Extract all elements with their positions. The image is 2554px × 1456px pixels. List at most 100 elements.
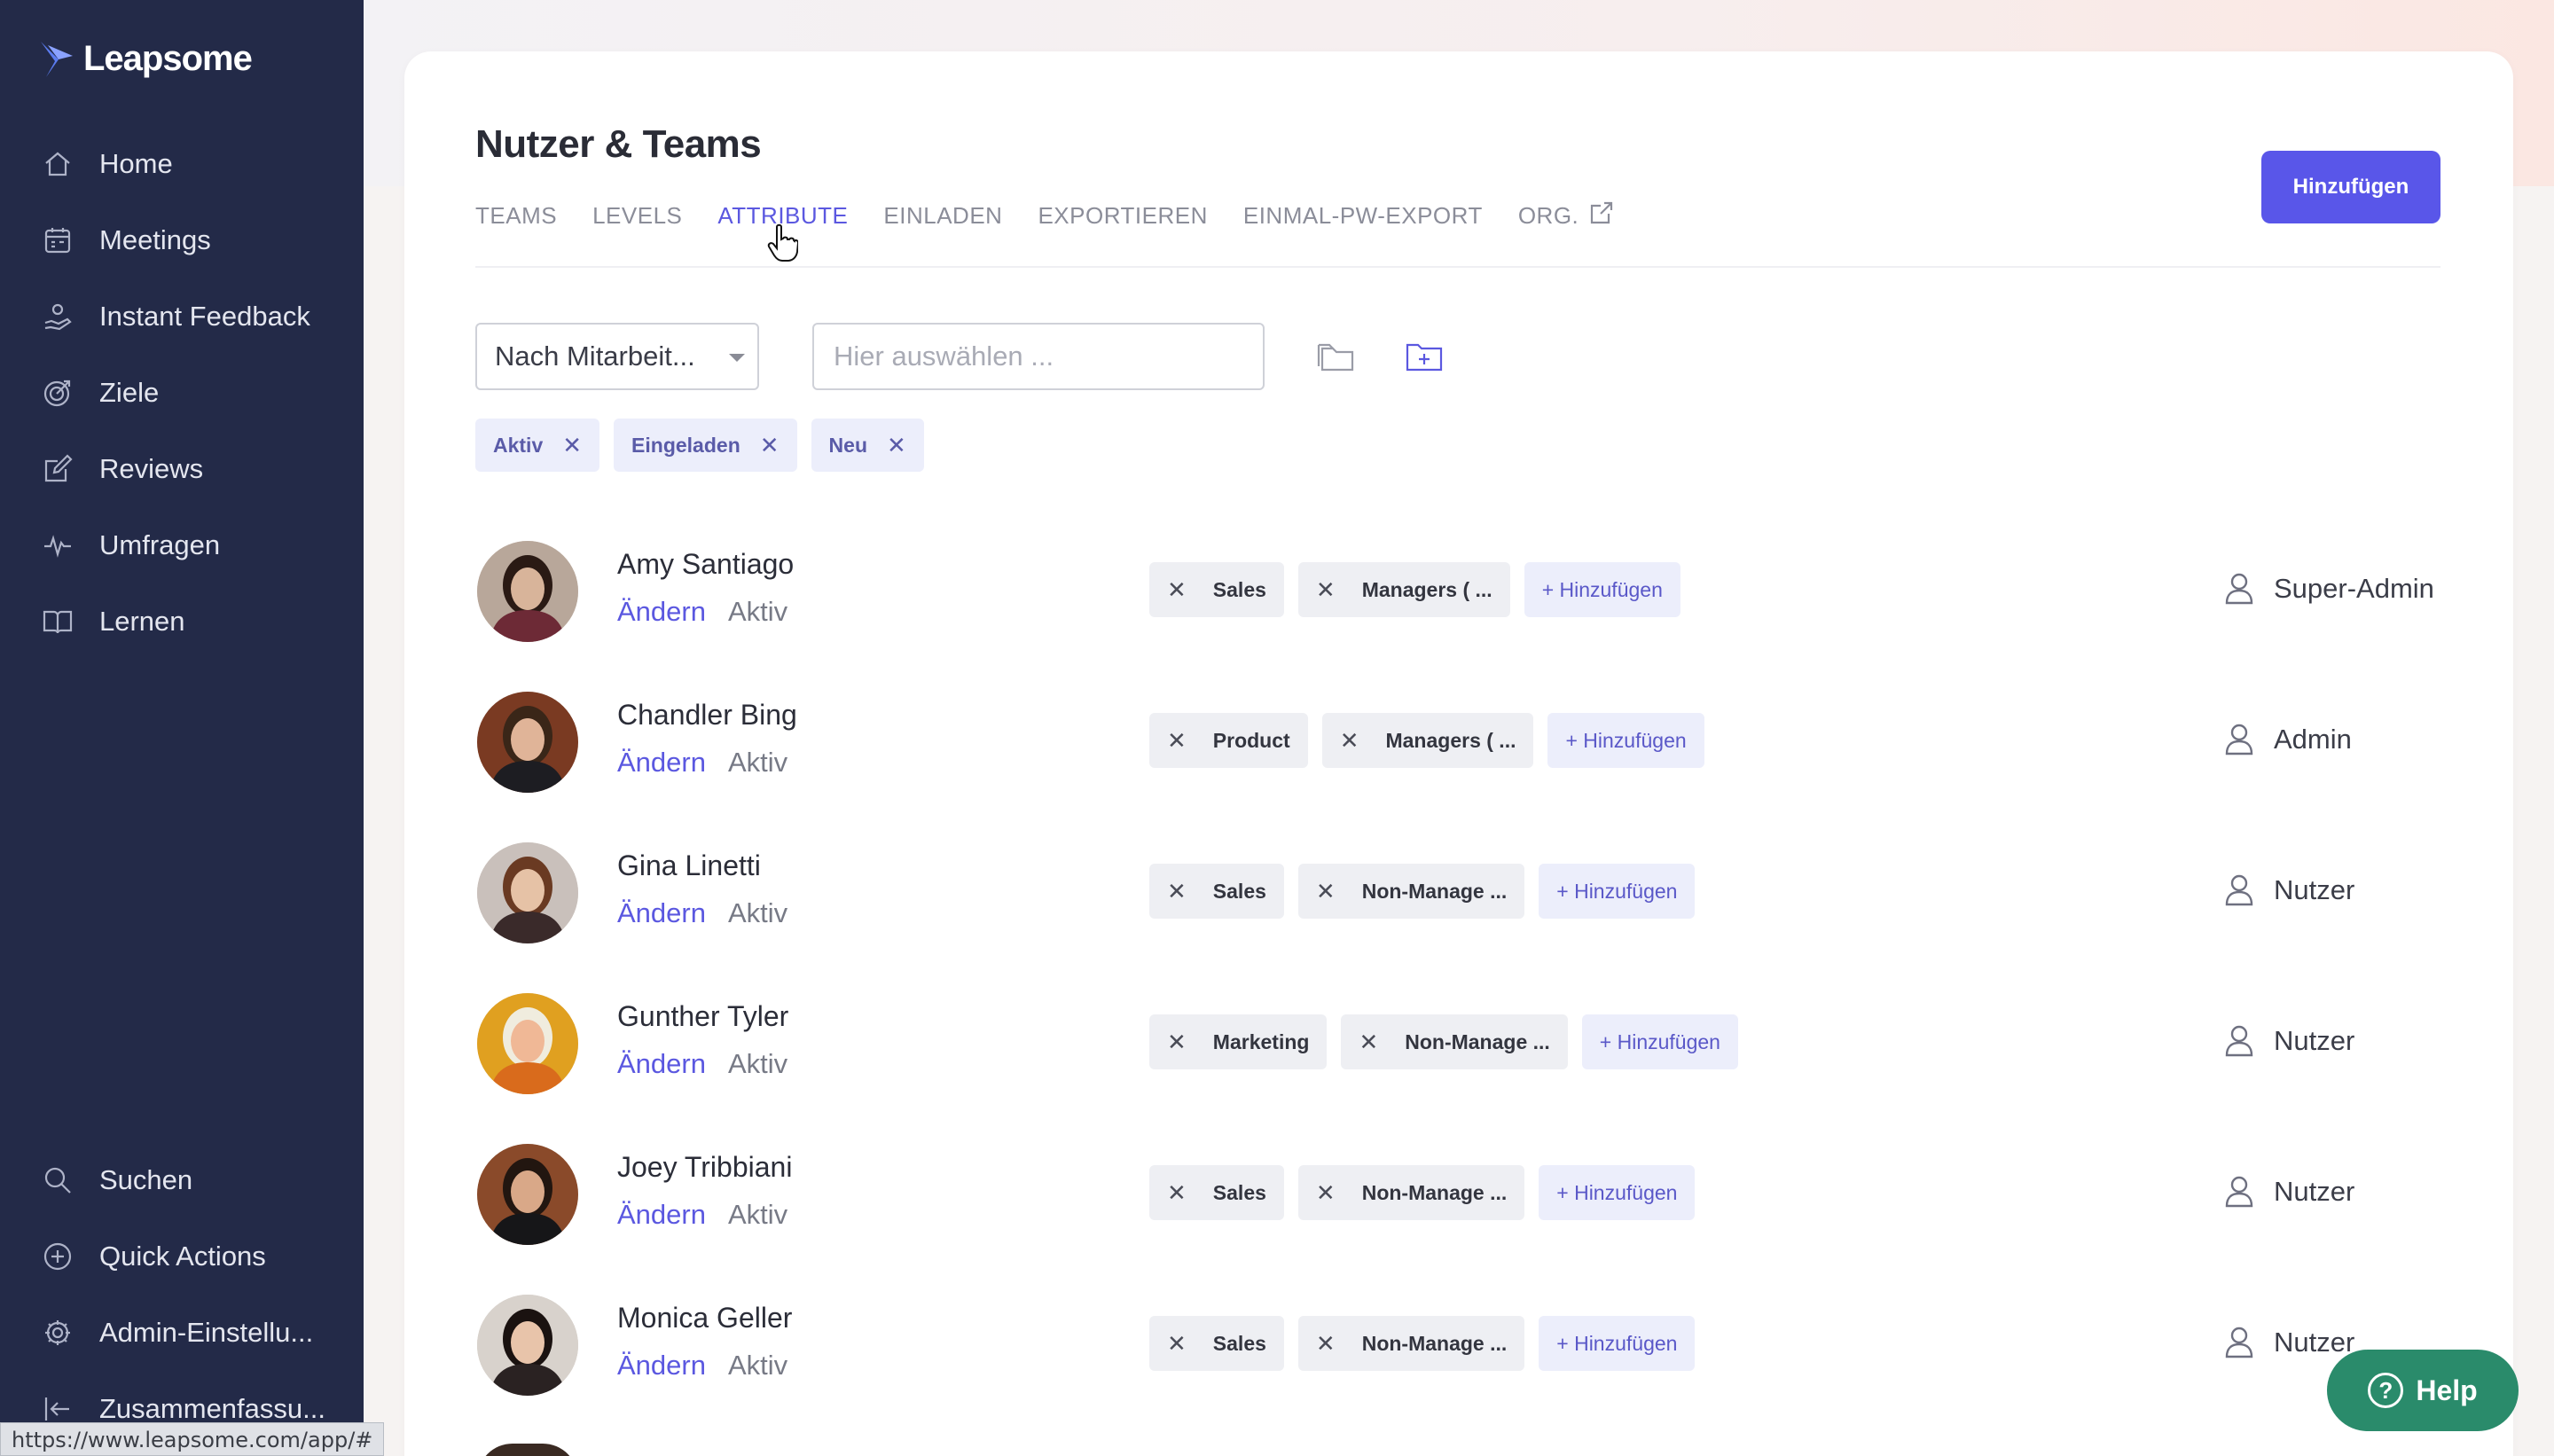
tab-levels[interactable]: LEVELS <box>592 202 682 230</box>
edit-link[interactable]: Ändern <box>617 1350 706 1382</box>
sidebar-item-suchen[interactable]: Suchen <box>0 1142 364 1218</box>
attribute-tags: ✕ Sales ✕ Managers ( ... + Hinzufügen <box>1149 562 1680 617</box>
new-folder-button[interactable] <box>1403 337 1447 376</box>
close-icon[interactable]: ✕ <box>1167 727 1187 755</box>
avatar[interactable] <box>477 842 578 943</box>
pulse-icon <box>43 530 73 560</box>
folder-button[interactable] <box>1316 337 1360 376</box>
tab-label: EXPORTIEREN <box>1038 202 1208 229</box>
tab-org[interactable]: ORG. <box>1518 200 1614 231</box>
attribute-tag: ✕ Sales <box>1149 1316 1284 1371</box>
close-icon[interactable]: ✕ <box>887 432 906 459</box>
avatar[interactable] <box>477 1295 578 1396</box>
sidebar-item-instant-feedback[interactable]: Instant Feedback <box>0 278 364 355</box>
add-attribute-button[interactable]: + Hinzufügen <box>1581 1014 1738 1069</box>
attribute-tag-label: Sales <box>1212 1180 1266 1204</box>
attribute-search-input[interactable] <box>812 323 1265 390</box>
close-icon[interactable]: ✕ <box>1316 576 1336 604</box>
sidebar-item-label: Home <box>99 148 173 179</box>
attribute-tag: ✕ Product <box>1149 713 1308 768</box>
sidebar-item-ziele[interactable]: Ziele <box>0 355 364 431</box>
add-attribute-button[interactable]: + Hinzufügen <box>1539 1316 1696 1371</box>
user-role[interactable]: Nutzer <box>2224 1025 2354 1057</box>
user-name[interactable]: Joey Tribbiani <box>617 1151 792 1184</box>
close-icon[interactable]: ✕ <box>1167 878 1187 905</box>
tab-einladen[interactable]: EINLADEN <box>883 202 1002 230</box>
filter-select[interactable]: Nach Mitarbeit... <box>475 323 759 390</box>
sidebar-item-lernen[interactable]: Lernen <box>0 583 364 660</box>
folder-icon <box>1317 343 1354 372</box>
help-label: Help <box>2416 1374 2478 1406</box>
filter-select-value: Nach Mitarbeit... <box>495 341 695 372</box>
edit-link[interactable]: Ändern <box>617 897 706 929</box>
add-attribute-button[interactable]: + Hinzufügen <box>1524 562 1680 617</box>
tab-teams[interactable]: TEAMS <box>475 202 557 230</box>
user-name[interactable]: Monica Geller <box>617 1302 792 1335</box>
edit-link[interactable]: Ändern <box>617 1199 706 1231</box>
attribute-tag: ✕ Sales <box>1149 1165 1284 1220</box>
user-name[interactable]: Gunther Tyler <box>617 1000 788 1033</box>
search-icon <box>43 1165 73 1195</box>
plus-circle-icon <box>43 1241 73 1272</box>
user-name[interactable]: Chandler Bing <box>617 699 797 732</box>
sidebar-item-reviews[interactable]: Reviews <box>0 431 364 507</box>
attribute-tag-label: Non-Manage ... <box>1361 1331 1508 1355</box>
attribute-tags: ✕ Marketing ✕ Non-Manage ... + Hinzufügen <box>1149 1014 1738 1069</box>
attribute-tag: ✕ Managers ( ... <box>1321 713 1534 768</box>
avatar[interactable] <box>477 1144 578 1245</box>
user-role[interactable]: Nutzer <box>2224 874 2354 906</box>
sidebar-item-label: Umfragen <box>99 529 221 560</box>
help-button[interactable]: ? Help <box>2327 1350 2519 1431</box>
add-attribute-button[interactable]: + Hinzufügen <box>1547 713 1704 768</box>
attribute-tags: ✕ Sales ✕ Non-Manage ... + Hinzufügen <box>1149 864 1696 919</box>
edit-link[interactable]: Ändern <box>617 596 706 628</box>
close-icon[interactable]: ✕ <box>1167 1179 1187 1207</box>
sidebar-item-umfragen[interactable]: Umfragen <box>0 507 364 583</box>
tab-exportieren[interactable]: EXPORTIEREN <box>1038 202 1207 230</box>
user-name[interactable]: Amy Santiago <box>617 548 794 581</box>
sidebar-item-label: Zusammenfassu... <box>99 1393 325 1424</box>
close-icon[interactable]: ✕ <box>562 432 582 459</box>
add-user-button[interactable]: Hinzufügen <box>2261 151 2440 223</box>
book-icon <box>43 607 73 637</box>
user-role[interactable]: Nutzer <box>2224 1327 2354 1358</box>
add-attribute-button[interactable]: + Hinzufügen <box>1539 864 1696 919</box>
close-icon[interactable]: ✕ <box>1340 727 1359 755</box>
user-name[interactable]: Gina Linetti <box>617 849 761 882</box>
sidebar-nav-bottom: Suchen Quick Actions Admin-Einstellu... Zus… <box>0 1142 364 1447</box>
close-icon[interactable]: ✕ <box>1316 1330 1336 1358</box>
close-icon[interactable]: ✕ <box>1359 1029 1378 1056</box>
page-title: Nutzer & Teams <box>475 122 762 166</box>
close-icon[interactable]: ✕ <box>760 432 780 459</box>
attribute-tag-label: Non-Manage ... <box>1361 1180 1508 1204</box>
avatar-photo <box>477 1144 578 1245</box>
attribute-tag-label: Managers ( ... <box>1361 577 1492 601</box>
add-attribute-button[interactable]: + Hinzufügen <box>1539 1165 1696 1220</box>
tab-label: LEVELS <box>592 202 683 229</box>
gear-icon <box>43 1318 73 1348</box>
edit-link[interactable]: Ändern <box>617 1048 706 1080</box>
close-icon[interactable]: ✕ <box>1316 1179 1336 1207</box>
sidebar-item-admin-einstellu[interactable]: Admin-Einstellu... <box>0 1295 364 1371</box>
avatar[interactable] <box>477 993 578 1094</box>
user-role[interactable]: Super-Admin <box>2224 573 2434 605</box>
close-icon[interactable]: ✕ <box>1167 1029 1187 1056</box>
avatar[interactable] <box>477 692 578 793</box>
attribute-tags: ✕ Sales ✕ Non-Manage ... + Hinzufügen <box>1149 1165 1696 1220</box>
status-url: https://www.leapsome.com/app/# <box>0 1422 385 1456</box>
close-icon[interactable]: ✕ <box>1167 576 1187 604</box>
user-role[interactable]: Admin <box>2224 724 2352 755</box>
sidebar-item-home[interactable]: Home <box>0 126 364 202</box>
attribute-tag: ✕ Marketing <box>1149 1014 1328 1069</box>
avatar[interactable] <box>477 541 578 642</box>
close-icon[interactable]: ✕ <box>1167 1330 1187 1358</box>
caret-down-icon <box>729 354 745 362</box>
edit-link[interactable]: Ändern <box>617 747 706 779</box>
sidebar-item-meetings[interactable]: Meetings <box>0 202 364 278</box>
attribute-tag-label: Non-Manage ... <box>1361 879 1508 903</box>
user-role[interactable]: Nutzer <box>2224 1176 2354 1208</box>
close-icon[interactable]: ✕ <box>1316 878 1336 905</box>
tab-einmal-pw-export[interactable]: EINMAL-PW-EXPORT <box>1243 202 1483 230</box>
sidebar-item-quick-actions[interactable]: Quick Actions <box>0 1218 364 1295</box>
leapsome-logo[interactable]: Leapsome <box>39 39 253 79</box>
